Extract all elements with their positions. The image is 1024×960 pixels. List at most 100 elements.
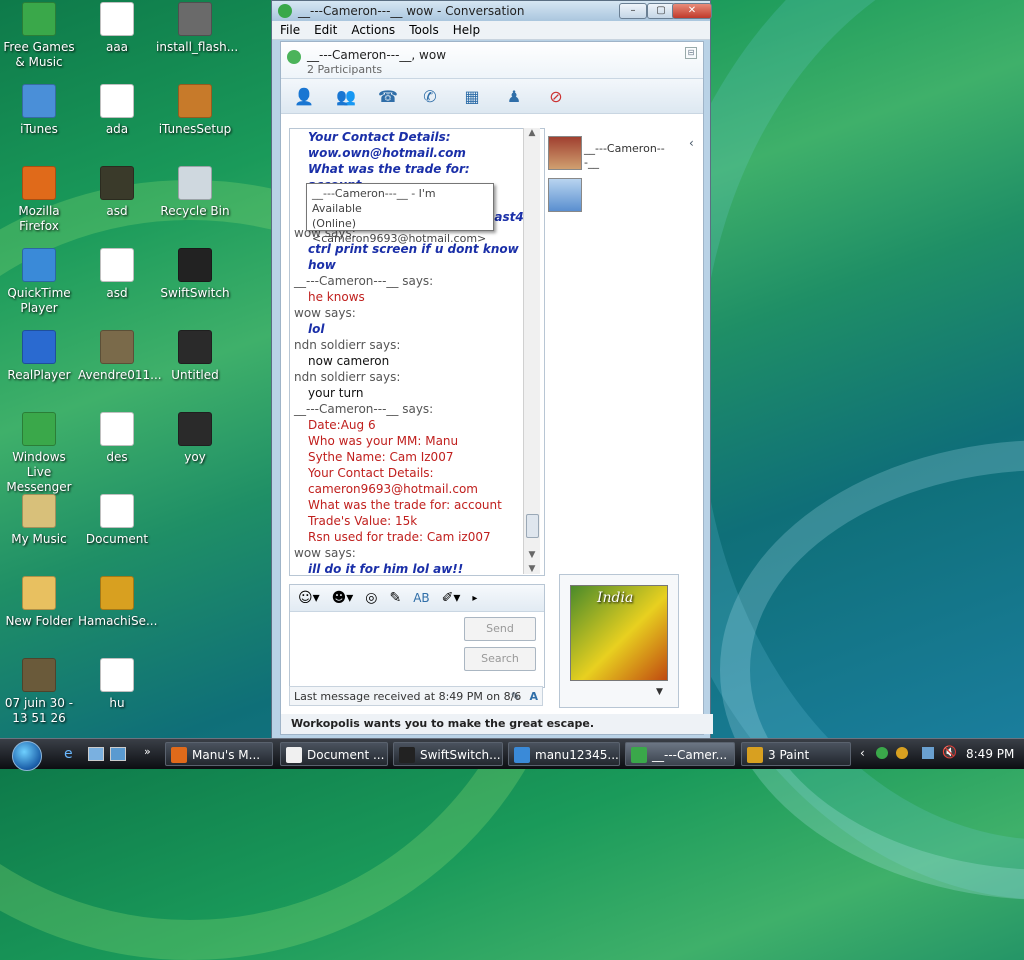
menu-tools[interactable]: Tools (409, 23, 439, 37)
wink-icon[interactable]: ☻▾ (332, 590, 354, 606)
menu-help[interactable]: Help (453, 23, 480, 37)
desktop-icon[interactable]: New Folder (0, 576, 78, 629)
desktop-icon[interactable]: asd (78, 248, 156, 301)
participant-name[interactable]: __---Cameron---__ (584, 142, 668, 170)
explorer-quicklaunch-icon[interactable] (88, 747, 104, 761)
collapse-header-icon[interactable]: ⊟ (685, 47, 697, 59)
invite-contact-icon[interactable]: 👤 (291, 84, 317, 108)
messenger-icon (278, 4, 292, 18)
desktop-icon[interactable]: yoy (156, 412, 234, 465)
taskbar-button[interactable]: __---Camer... (625, 742, 735, 766)
task-app-icon (631, 747, 647, 763)
close-button[interactable]: ✕ (672, 3, 712, 19)
more-arrow-icon[interactable]: ▸ (472, 593, 477, 604)
menu-edit[interactable]: Edit (314, 23, 337, 37)
desktop-icon[interactable]: Windows Live Messenger (0, 412, 78, 495)
nudge-icon[interactable]: ◎ (365, 590, 377, 606)
font-icon[interactable]: AB (413, 591, 429, 605)
background-icon[interactable]: ✐▾ (442, 590, 461, 606)
scroll-up-arrow[interactable]: ▲ (524, 128, 540, 138)
send-button[interactable]: Send (464, 617, 536, 641)
display-picture-caption: India (597, 590, 634, 606)
message-input[interactable] (292, 613, 462, 683)
message-sender: ndn soldierr says: (294, 338, 401, 352)
minimize-button[interactable]: – (619, 3, 647, 19)
itunes-icon (22, 84, 56, 118)
handwriting-icon[interactable]: ✎ (511, 687, 520, 707)
desktop-icon[interactable]: Mozilla Firefox (0, 166, 78, 234)
avatar[interactable] (548, 136, 582, 170)
games-icon[interactable]: ♟ (501, 84, 527, 108)
ad-banner[interactable]: Workopolis wants you to make the great e… (281, 714, 713, 734)
desktop-icon[interactable]: Untitled (156, 330, 234, 383)
taskbar-button[interactable]: manu12345... (508, 742, 620, 766)
video-call-icon[interactable]: ☎ (375, 84, 401, 108)
collapse-panel-icon[interactable]: ‹ (689, 136, 694, 150)
share-files-icon[interactable]: 👥 (333, 84, 359, 108)
tray-arrow-icon[interactable]: ‹ (860, 746, 865, 760)
conversation-window[interactable]: __---Cameron---__ wow - Conversation – ▢… (271, 0, 713, 740)
more-quicklaunch-icon[interactable]: » (144, 745, 151, 758)
network-tray-icon[interactable] (922, 747, 934, 759)
message-line: your turn (308, 386, 364, 400)
desktop-icon[interactable]: hu (78, 658, 156, 711)
desktop-icon[interactable]: QuickTime Player (0, 248, 78, 316)
scroll-down-arrow[interactable]: ▼ (524, 550, 540, 560)
call-icon[interactable]: ✆ (417, 84, 443, 108)
desktop-icon[interactable]: install_flash... (156, 2, 238, 55)
desktop-quicklaunch-icon[interactable] (110, 747, 126, 761)
desktop-icon[interactable]: 07 juin 30 - 13 51 26 (0, 658, 78, 726)
desktop-icon[interactable]: iTunes (0, 84, 78, 137)
desktop-icon[interactable]: Document (78, 494, 156, 547)
volume-tray-icon[interactable]: 🔇 (942, 745, 957, 759)
action-toolbar: 👤 👥 ☎ ✆ ▦ ♟ ⊘ (281, 78, 703, 114)
hamachi-tray-icon[interactable] (896, 747, 908, 759)
block-icon[interactable]: ⊘ (543, 84, 569, 108)
chevron-down-icon[interactable]: ▼ (656, 687, 663, 697)
menu-file[interactable]: File (280, 23, 300, 37)
title-bar[interactable]: __---Cameron---__ wow - Conversation – ▢… (272, 1, 712, 21)
activities-icon[interactable]: ▦ (459, 84, 485, 108)
message-line: now cameron (308, 354, 390, 368)
desktop-icon[interactable]: RealPlayer (0, 330, 78, 383)
taskbar-button[interactable]: Manu's M... (165, 742, 273, 766)
maximize-button[interactable]: ▢ (647, 3, 675, 19)
ie-quicklaunch-icon[interactable]: e (64, 746, 73, 762)
desktop-icon[interactable]: ada (78, 84, 156, 137)
search-button[interactable]: Search (464, 647, 536, 671)
desktop-icon[interactable]: Avendre011... (78, 330, 162, 383)
desktop-icon[interactable]: Free Games & Music (0, 2, 78, 70)
desktop-icon[interactable]: My Music (0, 494, 78, 547)
taskbar-button[interactable]: SwiftSwitch... (393, 742, 503, 766)
menu-actions[interactable]: Actions (351, 23, 395, 37)
desktop-icon-label: Document (85, 532, 149, 546)
avatar[interactable] (548, 178, 582, 212)
image-icon (22, 658, 56, 692)
desktop-icon-label: Untitled (171, 368, 219, 382)
desktop-icon[interactable]: Recycle Bin (156, 166, 234, 219)
participant-list: __---Cameron---__ (548, 128, 688, 218)
taskbar-button[interactable]: 3 Paint (741, 742, 851, 766)
display-picture[interactable]: India (570, 585, 668, 681)
task-label: Document ... (307, 748, 385, 762)
taskbar-button[interactable]: Document ... (280, 742, 388, 766)
taskbar-clock[interactable]: 8:49 PM (966, 747, 1014, 761)
document-icon (100, 84, 134, 118)
desktop-icon[interactable]: des (78, 412, 156, 465)
task-app-icon (286, 747, 302, 763)
desktop-icon[interactable]: iTunesSetup (156, 84, 234, 137)
messenger-tray-icon[interactable] (876, 747, 888, 759)
desktop-icon-label: QuickTime Player (7, 286, 71, 315)
desktop-icon[interactable]: SwiftSwitch (156, 248, 234, 301)
scroll-thumb[interactable] (526, 514, 539, 538)
scroll-end-arrow[interactable]: ▼ (524, 564, 540, 574)
desktop-icon[interactable]: HamachiSe... (78, 576, 157, 629)
start-button[interactable] (12, 741, 42, 771)
desktop-icon[interactable]: aaa (78, 2, 156, 55)
desktop-icon[interactable]: asd (78, 166, 156, 219)
emoticon-icon[interactable]: ☺▾ (298, 590, 320, 606)
history-scrollbar[interactable]: ▲ ▼ ▼ (523, 128, 540, 574)
firefox-icon (22, 166, 56, 200)
text-mode-icon[interactable]: A (529, 687, 538, 707)
voice-clip-icon[interactable]: ✎ (389, 590, 401, 606)
